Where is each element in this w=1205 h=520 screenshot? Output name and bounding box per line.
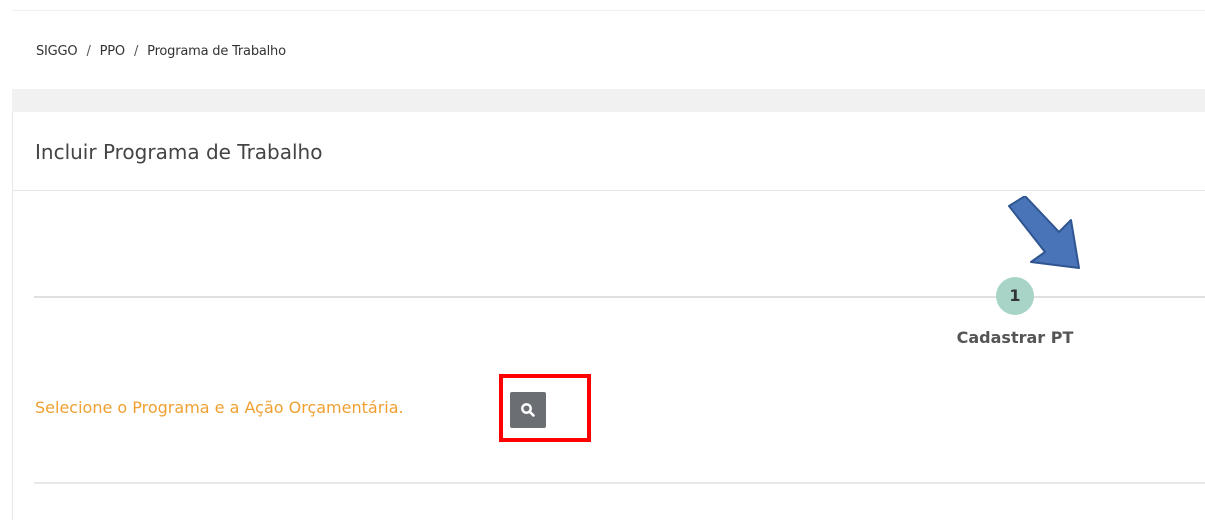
select-program-prompt: Selecione o Programa e a Ação Orçamentár… [35,398,404,417]
pointer-arrow-icon [1008,196,1080,269]
breadcrumb-item-current: Programa de Trabalho [147,44,286,59]
search-button[interactable] [510,392,546,428]
page-title: Incluir Programa de Trabalho [35,140,323,164]
top-strip [0,0,1205,10]
section-gap [12,89,1205,112]
breadcrumb: SIGGO / PPO / Programa de Trabalho [36,44,286,59]
breadcrumb-item-siggo[interactable]: SIGGO [36,44,78,59]
breadcrumb-separator: / [133,44,139,59]
search-icon [521,403,535,417]
breadcrumb-separator: / [86,44,91,59]
title-divider [13,190,1205,191]
wizard-step-1-circle[interactable]: 1 [996,277,1034,315]
form-card: Incluir Programa de Trabalho 1 Cadastrar… [12,112,1205,520]
breadcrumb-bar: SIGGO / PPO / Programa de Trabalho [12,10,1205,89]
breadcrumb-item-ppo[interactable]: PPO [100,44,126,59]
page: SIGGO / PPO / Programa de Trabalho Incluir P… [0,0,1205,520]
wizard-step-1-label: Cadastrar PT [956,328,1074,347]
bottom-divider [34,482,1205,484]
